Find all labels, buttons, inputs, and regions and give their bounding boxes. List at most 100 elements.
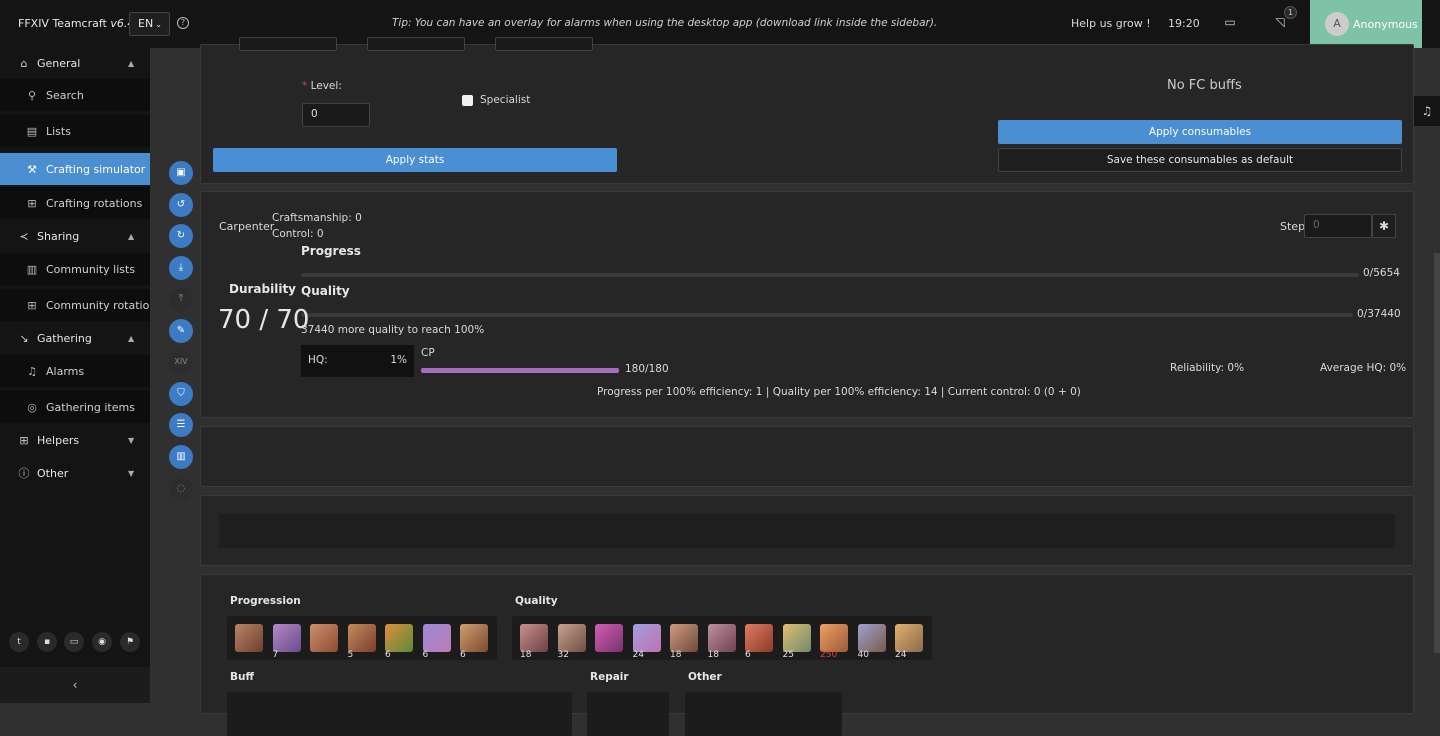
sidebar-group-label: Sharing xyxy=(37,229,80,243)
skills-panel: Progression 7 5 6 6 6 Quality 18 32 24 18 18 6 25 2… xyxy=(200,574,1414,736)
calendar-icon[interactable]: ▭ xyxy=(1223,15,1237,29)
control-text: Control: 0 xyxy=(272,228,324,240)
skill-icon[interactable]: 6 xyxy=(460,624,488,660)
shield-icon[interactable]: ⛉ xyxy=(169,382,193,406)
help-us-grow-link[interactable]: Help us grow ! xyxy=(1071,17,1151,30)
bug-icon[interactable]: ✱ xyxy=(1372,214,1396,238)
language-select[interactable]: EN ⌄ xyxy=(129,12,170,36)
skill-cost: 18 xyxy=(670,650,682,660)
twitter-icon[interactable]: t xyxy=(9,632,29,652)
skill-icon[interactable]: 32 xyxy=(557,624,586,660)
save-consumables-button[interactable]: Save these consumables as default xyxy=(998,148,1402,172)
hammer-icon: ⚒ xyxy=(27,162,37,176)
repair-skills xyxy=(587,692,669,736)
sidebar-item-crafting-simulator[interactable]: ⚒ Crafting simulator xyxy=(0,153,150,185)
apply-consumables-button[interactable]: Apply consumables xyxy=(998,120,1402,144)
durability-label: Durability xyxy=(229,282,297,296)
skill-icon[interactable]: 25 xyxy=(782,624,811,660)
cp-bar xyxy=(421,368,619,373)
collapse-sidebar-button[interactable]: ‹ xyxy=(0,667,150,703)
import-icon[interactable]: ⤓ xyxy=(169,256,193,280)
undo-icon[interactable]: ↺ xyxy=(169,193,193,217)
save-icon[interactable]: ▣ xyxy=(169,161,193,185)
username: Anonymous xyxy=(1353,17,1418,31)
desktop-icon[interactable]: ▭ xyxy=(64,632,84,652)
app-brand[interactable]: FFXIV Teamcraft v6.4.2 xyxy=(18,17,145,30)
skill-cost: 18 xyxy=(520,650,532,660)
sidebar-item-community-lists[interactable]: ▥ Community lists xyxy=(0,253,150,285)
sidebar-item-crafting-rotations[interactable]: ⊞ Crafting rotations xyxy=(0,187,150,219)
specialist-checkbox[interactable] xyxy=(462,95,473,106)
user-menu[interactable]: A Anonymous xyxy=(1310,0,1422,48)
apply-stats-button[interactable]: Apply stats xyxy=(213,148,617,172)
question-icon[interactable]: ? xyxy=(177,17,189,29)
skill-icon[interactable]: 40 xyxy=(857,624,886,660)
quality-skills: 18 32 24 18 18 6 25 250 40 24 xyxy=(512,616,932,660)
other-skills-label: Other xyxy=(688,671,722,683)
notification-icon[interactable]: ◹ xyxy=(1273,15,1287,29)
sidebar: ⌂ General ▲ ⚲ Search ▤ Lists ⚒ Crafting simul… xyxy=(0,48,150,703)
flag-icon[interactable]: ⚑ xyxy=(120,632,140,652)
patreon-icon[interactable]: ▪ xyxy=(37,632,57,652)
skill-icon[interactable] xyxy=(235,624,263,652)
skill-icon[interactable]: 5 xyxy=(347,624,376,660)
export-icon[interactable]: ⤒ xyxy=(169,287,193,311)
quality-remaining-text: 37440 more quality to reach 100% xyxy=(301,324,485,336)
scrollbar[interactable] xyxy=(1434,253,1440,653)
specialist-label: Specialist xyxy=(480,94,531,106)
avatar: A xyxy=(1325,12,1349,36)
skill-icon[interactable]: 7 xyxy=(272,624,301,660)
chevron-up-icon: ▲ xyxy=(128,333,135,343)
skill-icon[interactable]: 6 xyxy=(385,624,413,660)
xiv-icon[interactable]: XIV xyxy=(169,350,193,374)
stat-input[interactable] xyxy=(495,37,593,51)
quality-bar xyxy=(301,313,1353,317)
list-icon[interactable]: ☰ xyxy=(169,413,193,437)
stats-panel: * Level: 0 Specialist Apply stats No FC … xyxy=(200,37,1414,184)
sidebar-item-search[interactable]: ⚲ Search xyxy=(0,79,150,111)
language-value: EN xyxy=(138,17,154,30)
stat-input[interactable] xyxy=(367,37,465,51)
quality-label: Quality xyxy=(301,284,350,298)
skill-icon[interactable] xyxy=(310,624,338,652)
sidebar-group-general[interactable]: ⌂ General ▲ xyxy=(0,48,150,78)
buffs-panel xyxy=(200,495,1414,566)
skill-cost: 32 xyxy=(557,650,569,660)
sidebar-item-lists[interactable]: ▤ Lists xyxy=(0,115,150,147)
skill-cost: 6 xyxy=(460,650,466,660)
skill-icon[interactable]: 18 xyxy=(520,624,548,660)
search-icon: ⚲ xyxy=(27,88,37,102)
level-input[interactable]: 0 xyxy=(302,103,370,127)
github-icon[interactable]: ◉ xyxy=(92,632,112,652)
reset-icon[interactable]: ↻ xyxy=(169,224,193,248)
skill-cost: 7 xyxy=(272,650,279,660)
actions-panel xyxy=(200,426,1414,487)
stat-input[interactable] xyxy=(239,37,337,51)
sidebar-item-gathering-items[interactable]: ◎ Gathering items xyxy=(0,391,150,423)
skill-icon[interactable]: 18 xyxy=(707,624,736,660)
sidebar-item-community-rotations[interactable]: ⊞ Community rotations xyxy=(0,289,150,321)
skill-icon[interactable]: 24 xyxy=(895,624,923,660)
reliability-text: Reliability: 0% xyxy=(1170,362,1245,374)
skill-icon[interactable] xyxy=(595,624,623,652)
skill-icon[interactable]: 6 xyxy=(422,624,451,660)
book-icon[interactable]: ▥ xyxy=(169,445,193,469)
tip-text: Tip: You can have an overlay for alarms … xyxy=(392,17,938,29)
skill-icon[interactable]: 24 xyxy=(632,624,661,660)
sidebar-group-other[interactable]: ⓘ Other ▼ xyxy=(0,458,150,488)
lightbulb-icon[interactable]: ◌ xyxy=(169,477,193,501)
skill-icon[interactable]: 6 xyxy=(745,624,773,660)
skill-cost: 250 xyxy=(820,650,838,660)
edit-icon[interactable]: ✎ xyxy=(169,319,193,343)
bell-icon[interactable]: ♫ xyxy=(1414,96,1440,126)
book-icon: ▥ xyxy=(26,262,38,276)
sidebar-item-label: Crafting rotations xyxy=(46,196,143,210)
sidebar-group-helpers[interactable]: ⊞ Helpers ▼ xyxy=(0,425,150,455)
skill-icon[interactable]: 250 xyxy=(820,624,848,660)
skill-icon[interactable]: 18 xyxy=(670,624,698,660)
sidebar-item-label: Community rotations xyxy=(46,298,150,312)
sidebar-item-alarms[interactable]: ♫ Alarms xyxy=(0,355,150,387)
sidebar-group-gathering[interactable]: ↘ Gathering ▲ xyxy=(0,323,150,353)
sidebar-group-sharing[interactable]: ≺ Sharing ▲ xyxy=(0,221,150,251)
step-input[interactable]: 0 xyxy=(1304,214,1372,238)
